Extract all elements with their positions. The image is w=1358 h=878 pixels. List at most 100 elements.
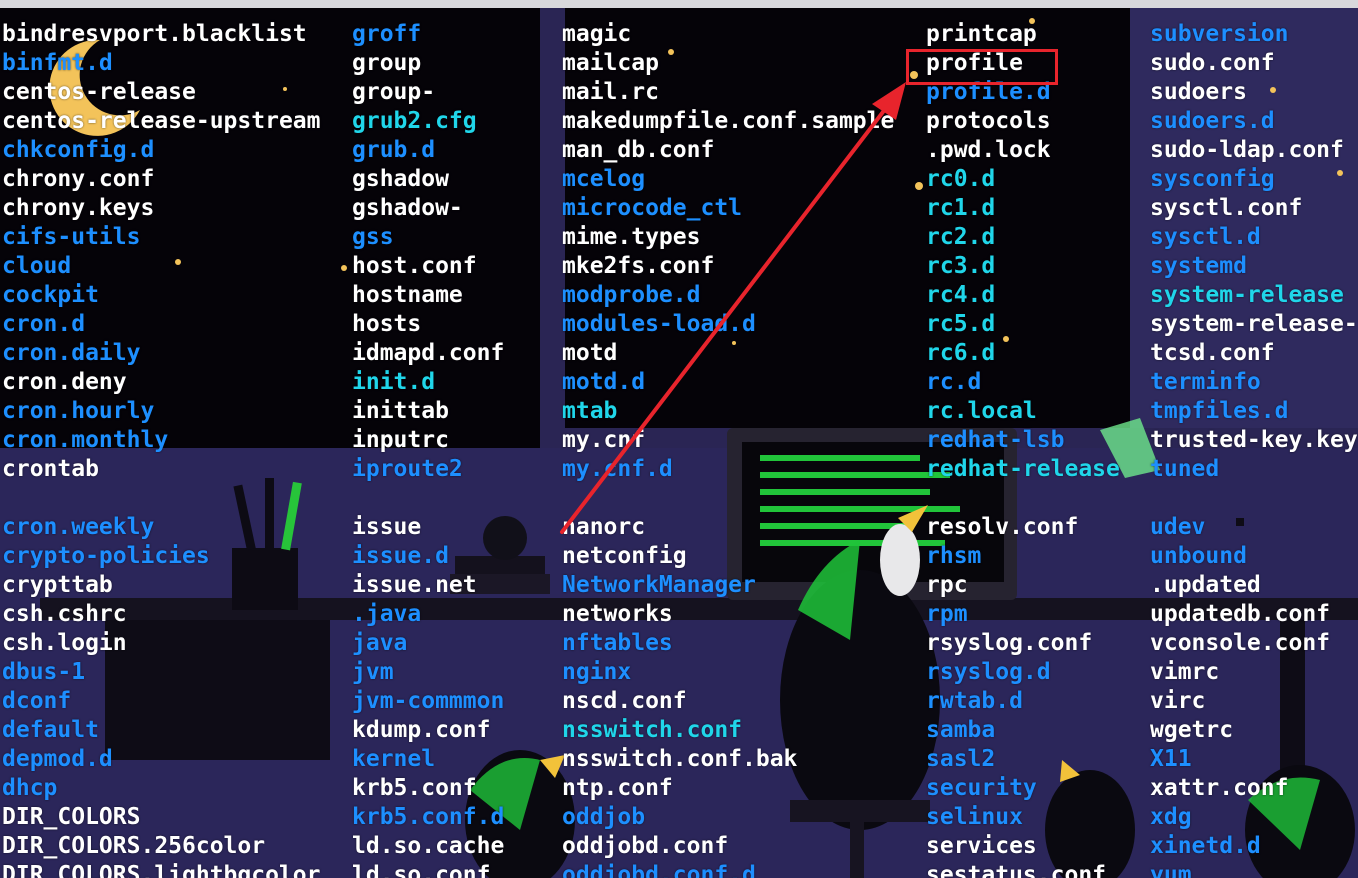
directory-entry: iproute2 bbox=[352, 456, 463, 482]
file-entry: csh.login bbox=[2, 630, 127, 656]
symlink-entry: rc6.d bbox=[926, 340, 996, 366]
file-entry: DIR_COLORS.lightbgcolor bbox=[2, 862, 321, 878]
symlink-entry: rc2.d bbox=[926, 224, 996, 250]
directory-entry: gss bbox=[352, 224, 394, 250]
directory-entry: X11 bbox=[1150, 746, 1192, 772]
directory-entry: cron.monthly bbox=[2, 427, 169, 453]
listing-blank-line bbox=[352, 484, 504, 513]
file-entry: DIR_COLORS.256color bbox=[2, 833, 266, 859]
file-entry: my.cnf bbox=[562, 427, 646, 453]
symlink-entry: grub2.cfg bbox=[352, 108, 477, 134]
file-entry: idmapd.conf bbox=[352, 340, 505, 366]
file-entry: makedumpfile.conf.sample bbox=[562, 108, 895, 134]
directory-entry: NetworkManager bbox=[562, 572, 756, 598]
directory-entry: modules-load.d bbox=[562, 311, 756, 337]
file-entry: netconfig bbox=[562, 543, 687, 569]
file-entry: nsswitch.conf.bak bbox=[562, 746, 798, 772]
terminal-screen: bindresvport.blacklist binfmt.d centos-rel… bbox=[0, 0, 1358, 878]
directory-entry: rc.d bbox=[926, 369, 982, 395]
file-entry: krb5.conf bbox=[352, 775, 477, 801]
file-entry: man_db.conf bbox=[562, 137, 715, 163]
directory-entry: cron.hourly bbox=[2, 398, 155, 424]
file-entry: .updated bbox=[1150, 572, 1261, 598]
file-entry: host.conf bbox=[352, 253, 477, 279]
symlink-entry: rc.local bbox=[926, 398, 1037, 424]
file-entry: rsyslog.conf bbox=[926, 630, 1093, 656]
directory-entry: samba bbox=[926, 717, 996, 743]
file-entry: nanorc bbox=[562, 514, 646, 540]
file-entry: gshadow- bbox=[352, 195, 463, 221]
file-entry: DIR_COLORS bbox=[2, 804, 141, 830]
directory-entry: yum bbox=[1150, 862, 1192, 878]
file-entry: nscd.conf bbox=[562, 688, 687, 714]
file-entry: cron.deny bbox=[2, 369, 127, 395]
directory-entry: default bbox=[2, 717, 99, 743]
directory-entry: unbound bbox=[1150, 543, 1247, 569]
directory-entry: dbus-1 bbox=[2, 659, 86, 685]
directory-entry: udev bbox=[1150, 514, 1206, 540]
file-entry: crontab bbox=[2, 456, 99, 482]
directory-entry: oddjob bbox=[562, 804, 646, 830]
directory-entry: sudoers.d bbox=[1150, 108, 1275, 134]
file-entry: xattr.conf bbox=[1150, 775, 1289, 801]
file-entry: printcap bbox=[926, 21, 1037, 47]
file-entry: protocols bbox=[926, 108, 1051, 134]
directory-listing: bindresvport.blacklist binfmt.d centos-rel… bbox=[0, 0, 1358, 878]
directory-entry: cifs-utils bbox=[2, 224, 141, 250]
directory-entry: oddjobd.conf.d bbox=[562, 862, 756, 878]
file-entry: kdump.conf bbox=[352, 717, 491, 743]
directory-entry: sysctl.d bbox=[1150, 224, 1261, 250]
directory-entry: xinetd.d bbox=[1150, 833, 1261, 859]
file-entry: mime.types bbox=[562, 224, 701, 250]
directory-entry: xdg bbox=[1150, 804, 1192, 830]
file-entry: sudo.conf bbox=[1150, 50, 1275, 76]
directory-entry: java bbox=[352, 630, 408, 656]
file-entry: mail.rc bbox=[562, 79, 659, 105]
directory-entry: cron.daily bbox=[2, 340, 141, 366]
symlink-entry: rc1.d bbox=[926, 195, 996, 221]
directory-entry: jvm-commmon bbox=[352, 688, 505, 714]
file-entry: vimrc bbox=[1150, 659, 1220, 685]
file-entry: group bbox=[352, 50, 422, 76]
file-entry: ld.so.cache bbox=[352, 833, 505, 859]
file-entry: wgetrc bbox=[1150, 717, 1234, 743]
file-entry: .pwd.lock bbox=[926, 137, 1051, 163]
directory-entry: cockpit bbox=[2, 282, 99, 308]
directory-entry: sysconfig bbox=[1150, 166, 1275, 192]
directory-entry: tmpfiles.d bbox=[1150, 398, 1289, 424]
listing-blank-line bbox=[562, 484, 894, 513]
directory-entry: systemd bbox=[1150, 253, 1247, 279]
symlink-entry: rc4.d bbox=[926, 282, 996, 308]
file-entry: updatedb.conf bbox=[1150, 601, 1331, 627]
directory-entry: chkconfig.d bbox=[2, 137, 155, 163]
directory-entry: jvm bbox=[352, 659, 394, 685]
file-entry: crypttab bbox=[2, 572, 113, 598]
file-entry: networks bbox=[562, 601, 673, 627]
file-entry: sudoers bbox=[1150, 79, 1247, 105]
directory-entry: selinux bbox=[926, 804, 1023, 830]
directory-entry: security bbox=[926, 775, 1037, 801]
listing-column-3: magic mailcap mail.rc makedumpfile.conf.sam… bbox=[562, 20, 894, 878]
file-entry: issue bbox=[352, 514, 422, 540]
directory-entry: terminfo bbox=[1150, 369, 1261, 395]
file-entry: rpc bbox=[926, 572, 968, 598]
directory-entry: nginx bbox=[562, 659, 632, 685]
file-entry: csh.cshrc bbox=[2, 601, 127, 627]
directory-entry: redhat-lsb bbox=[926, 427, 1065, 453]
listing-column-2: groff group group-grub2.cfg grub.d gshadow gs… bbox=[352, 20, 504, 878]
file-entry: sysctl.conf bbox=[1150, 195, 1303, 221]
file-entry: resolv.conf bbox=[926, 514, 1079, 540]
file-entry: hosts bbox=[352, 311, 422, 337]
symlink-entry: mtab bbox=[562, 398, 618, 424]
file-entry: inputrc bbox=[352, 427, 449, 453]
directory-entry: motd.d bbox=[562, 369, 646, 395]
directory-entry: issue.d bbox=[352, 543, 449, 569]
directory-entry: microcode_ctl bbox=[562, 195, 743, 221]
directory-entry: crypto-policies bbox=[2, 543, 210, 569]
directory-entry: cron.weekly bbox=[2, 514, 155, 540]
directory-entry: mcelog bbox=[562, 166, 646, 192]
file-entry: mke2fs.conf bbox=[562, 253, 715, 279]
symlink-entry: init.d bbox=[352, 369, 436, 395]
directory-entry: modprobe.d bbox=[562, 282, 701, 308]
file-entry: oddjobd.conf bbox=[562, 833, 729, 859]
